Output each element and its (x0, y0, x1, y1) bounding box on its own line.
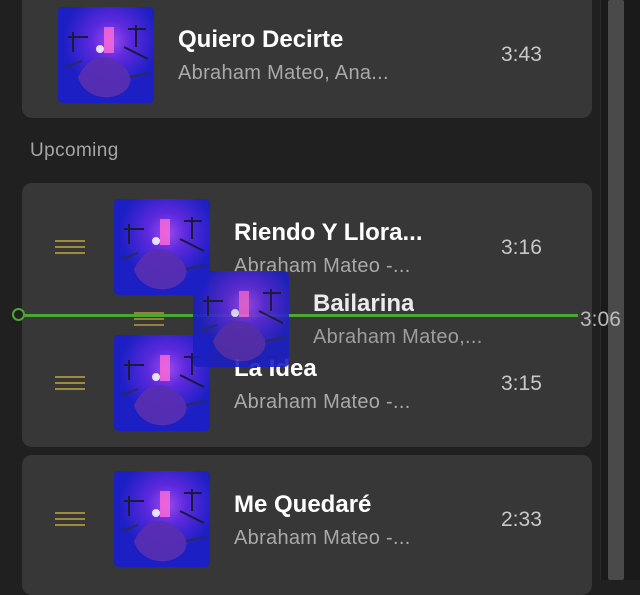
album-art (114, 471, 210, 567)
track-title: Quiero Decirte (178, 26, 344, 53)
track-title: Me Quedaré (234, 491, 372, 518)
track-title: Riendo Y Llora... (234, 219, 423, 246)
drag-handle-icon[interactable] (55, 376, 85, 390)
now-playing-card[interactable]: Quiero Decirte Abraham Mateo, Ana... 3:4… (22, 0, 592, 118)
track-artist: Abraham Mateo -... (234, 391, 411, 413)
dragged-track-title: Bailarina (313, 290, 415, 317)
drag-handle-icon[interactable] (55, 240, 85, 254)
track-artist: Abraham Mateo, Ana... (178, 62, 389, 84)
track-duration: 3:43 (501, 43, 542, 66)
track-artist: Abraham Mateo -... (234, 527, 411, 549)
section-label-upcoming: Upcoming (30, 140, 119, 161)
drop-indicator-dot (12, 308, 25, 321)
track-duration: 2:33 (501, 508, 542, 531)
scrollbar-thumb[interactable] (608, 0, 624, 580)
track-duration: 3:16 (501, 236, 542, 259)
dragged-track-duration: 3:06 (580, 308, 621, 331)
drag-handle-icon[interactable] (55, 512, 85, 526)
queue-item-card[interactable]: Me Quedaré Abraham Mateo -... 2:33 (22, 455, 592, 595)
album-art (58, 7, 154, 103)
drop-indicator-line (18, 314, 578, 317)
dragged-track-artist: Abraham Mateo,... (313, 326, 483, 348)
dragged-album-art (193, 271, 289, 367)
drag-handle-icon[interactable] (134, 312, 164, 326)
track-duration: 3:15 (501, 372, 542, 395)
